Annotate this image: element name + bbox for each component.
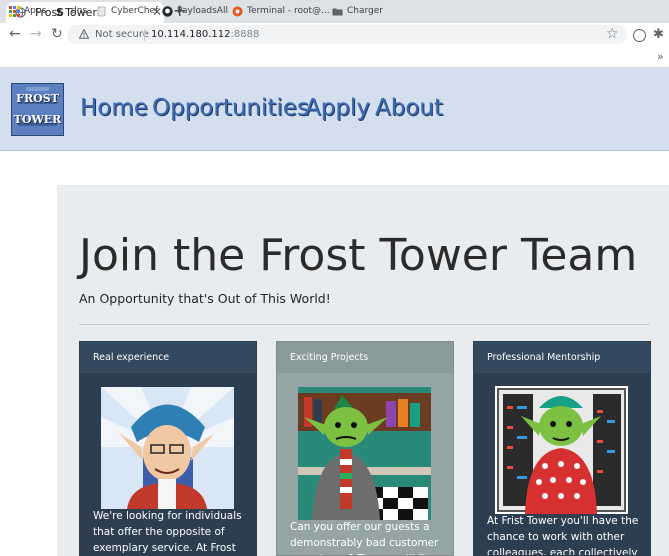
card-body: Can you offer our guests a demonstrably … [277, 373, 453, 555]
nav-about-link[interactable]: About [375, 95, 443, 121]
nav-apply-link[interactable]: Apply [305, 95, 370, 121]
logo-text-tower: TOWER [13, 113, 62, 126]
url-text[interactable]: 10.114.180.112:8888 [151, 29, 259, 40]
card-text: At Frist Tower you'll have the chance to… [487, 515, 639, 556]
bookmark-label: Apps [24, 6, 47, 16]
divider [79, 324, 650, 325]
card-body: At Frist Tower you'll have the chance to… [474, 373, 650, 555]
elf-portrait-image [101, 387, 234, 509]
frost-tower-logo[interactable]: FROST TOWER [11, 83, 64, 136]
bookmark-label: dns [71, 6, 88, 16]
card-professional-mentorship: Professional Mentorship At Frist Tower y… [473, 341, 651, 556]
forward-button[interactable]: → [30, 26, 42, 42]
folder-icon [332, 8, 343, 15]
puzzle-icon[interactable]: ✱ [653, 27, 664, 42]
page-title: Join the Frost Tower Team [79, 230, 638, 281]
card-text: Can you offer our guests a demonstrably … [290, 521, 439, 555]
card-header: Professional Mentorship [474, 342, 650, 373]
bookmark-apps[interactable]: Apps [9, 5, 46, 17]
dns-icon: S [56, 6, 64, 17]
svg-text:S: S [56, 6, 64, 17]
not-secure-label[interactable]: Not secure [95, 29, 149, 40]
reload-button[interactable]: ↻ [51, 26, 63, 42]
chef-hat-icon [97, 6, 106, 16]
nav-opportunities-link[interactable]: Opportunities [152, 95, 309, 121]
nav-home-link[interactable]: Home [80, 95, 148, 121]
url-host: 10.114.180.112 [151, 29, 231, 40]
logo-text-frost: FROST [16, 92, 59, 105]
bookmark-label: PayloadsAll [177, 6, 228, 16]
card-header: Real experience [80, 342, 256, 373]
bookmark-charger[interactable]: Charger [332, 5, 383, 17]
url-port: :8888 [230, 29, 260, 40]
apps-grid-icon [9, 5, 20, 17]
page-subtitle: An Opportunity that's Out of This World! [79, 291, 331, 306]
warning-icon[interactable] [79, 29, 89, 39]
card-real-experience: Real experience We're looking for indivi… [79, 341, 257, 556]
bookmark-dns[interactable]: S dns [56, 5, 87, 17]
extension-icon[interactable] [633, 29, 646, 42]
elf-lab-image [298, 387, 431, 520]
more-bookmarks-icon[interactable]: » [657, 50, 664, 63]
address-separator [144, 29, 145, 41]
github-icon [162, 5, 173, 17]
card-body: We're looking for individuals that offer… [80, 373, 256, 555]
back-button[interactable]: ← [9, 26, 21, 42]
terminal-icon [232, 6, 243, 16]
card-text: We're looking for individuals that offer… [93, 510, 242, 554]
elf-server-room-image [495, 386, 628, 514]
bookmark-terminal[interactable]: Terminal - root@... [232, 5, 330, 17]
bookmark-label: CyberChef [111, 6, 159, 16]
bookmark-star-icon[interactable]: ☆ [606, 26, 619, 42]
card-header: Exciting Projects [277, 342, 453, 373]
bookmark-label: Terminal - root@... [247, 6, 330, 16]
card-exciting-projects: Exciting Projects Can you offer our gues… [276, 341, 454, 556]
bookmark-payloadsall[interactable]: PayloadsAll [162, 5, 228, 17]
bookmarks-bar [0, 46, 669, 68]
bookmark-cyberchef[interactable]: CyberChef [96, 5, 158, 17]
bookmark-label: Charger [347, 6, 383, 16]
